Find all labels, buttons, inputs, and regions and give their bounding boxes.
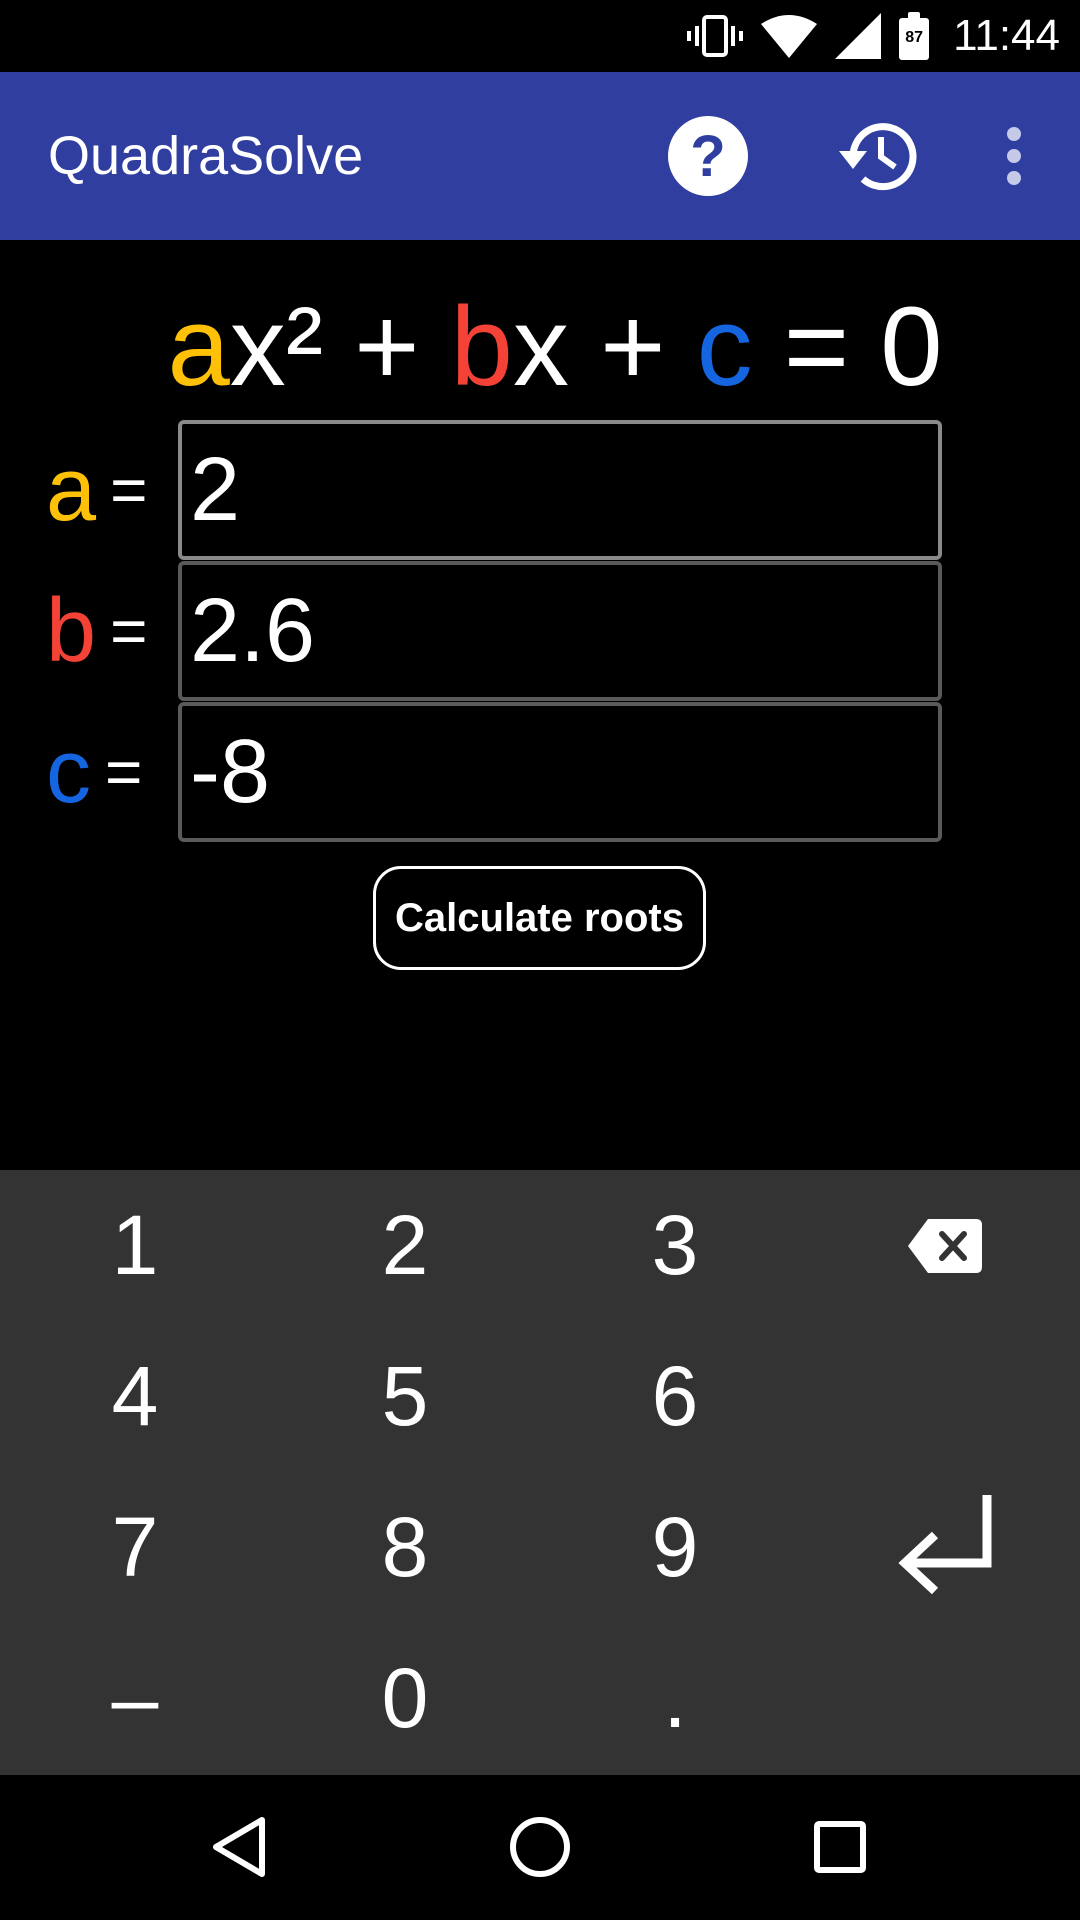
label-c: c = (46, 702, 142, 842)
battery-icon: 87 (899, 12, 930, 60)
equation-rhs: = 0 (752, 284, 943, 409)
label-a-letter: a (46, 440, 97, 540)
equation-display: ax² + bx + c = 0 (0, 282, 1080, 412)
input-row-c: c = -8 (0, 702, 1080, 842)
input-row-b: b = 2.6 (0, 561, 1080, 701)
help-icon: ? (668, 116, 748, 196)
key-8[interactable]: 8 (270, 1472, 540, 1623)
history-button[interactable] (828, 108, 924, 204)
calculate-roots-button[interactable]: Calculate roots (373, 866, 706, 970)
enter-key[interactable] (810, 1472, 1080, 1623)
home-icon (510, 1817, 570, 1877)
key-6[interactable]: 6 (540, 1321, 810, 1472)
key-minus[interactable]: – (0, 1623, 270, 1774)
equation-a: a (167, 284, 230, 409)
status-bar: 87 11:44 (0, 0, 1080, 72)
label-b-equals: = (110, 595, 148, 667)
coefficient-b-input[interactable]: 2.6 (178, 561, 942, 701)
label-b: b = (46, 561, 147, 701)
recents-icon (814, 1821, 866, 1873)
coefficient-a-input[interactable]: 2 (178, 420, 942, 560)
clock: 11:44 (953, 11, 1060, 60)
back-button[interactable] (180, 1797, 300, 1897)
backspace-icon (908, 1218, 982, 1273)
battery-level: 87 (905, 29, 924, 46)
recents-button[interactable] (780, 1797, 900, 1897)
app-bar: QuadraSolve ? (0, 72, 1080, 240)
equation-c: c (696, 284, 753, 409)
label-b-letter: b (46, 581, 97, 681)
vibrate-icon (687, 15, 744, 57)
key-4[interactable]: 4 (0, 1321, 270, 1472)
equation-x: x + (512, 284, 697, 409)
label-a: a = (46, 420, 147, 560)
navigation-bar (0, 1775, 1080, 1920)
enter-icon (898, 1494, 992, 1594)
key-3[interactable]: 3 (540, 1170, 810, 1321)
numeric-keypad: 1 2 3 4 5 6 7 8 9 – 0 . (0, 1170, 1080, 1775)
overflow-menu-icon (1007, 127, 1021, 185)
overflow-menu-button[interactable] (966, 108, 1062, 204)
key-7[interactable]: 7 (0, 1472, 270, 1623)
key-0[interactable]: 0 (270, 1623, 540, 1774)
key-9[interactable]: 9 (540, 1472, 810, 1623)
key-2[interactable]: 2 (270, 1170, 540, 1321)
coefficient-c-input[interactable]: -8 (178, 702, 942, 842)
history-icon (839, 123, 917, 191)
cell-signal-icon (835, 13, 882, 59)
back-icon (213, 1817, 265, 1877)
key-5[interactable]: 5 (270, 1321, 540, 1472)
label-c-equals: = (105, 736, 143, 808)
label-a-equals: = (110, 454, 148, 526)
wifi-icon (761, 15, 818, 58)
backspace-key[interactable] (810, 1170, 1080, 1321)
help-button[interactable]: ? (660, 108, 756, 204)
svg-text:?: ? (690, 124, 725, 189)
input-row-a: a = 2 (0, 420, 1080, 560)
app-title: QuadraSolve (48, 126, 364, 186)
key-1[interactable]: 1 (0, 1170, 270, 1321)
equation-b: b (450, 284, 513, 409)
equation-x2: x² + (229, 284, 451, 409)
label-c-letter: c (46, 722, 91, 822)
home-button[interactable] (480, 1797, 600, 1897)
key-decimal[interactable]: . (540, 1623, 810, 1774)
